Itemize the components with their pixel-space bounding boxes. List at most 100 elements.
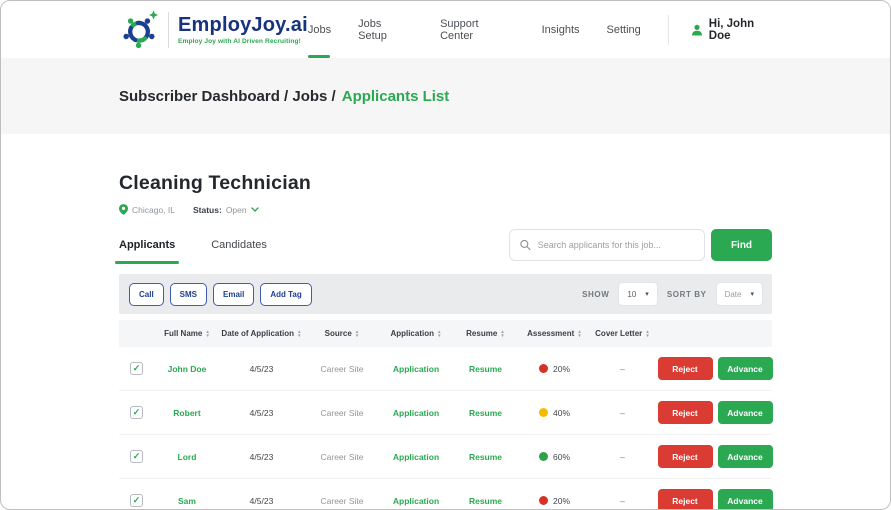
- application-date: 4/5/23: [220, 408, 303, 418]
- user-icon: [691, 24, 703, 36]
- assessment-percent: 20%: [553, 496, 570, 506]
- nav-divider: [668, 15, 669, 45]
- resume-link[interactable]: Resume: [469, 408, 502, 418]
- advance-button[interactable]: Advance: [718, 445, 773, 468]
- row-checkbox[interactable]: ✓: [130, 494, 143, 507]
- column-header-date-of-application[interactable]: Date of Application ▲▼: [220, 329, 303, 338]
- user-menu[interactable]: Hi, John Doe: [691, 18, 779, 42]
- column-header-resume[interactable]: Resume ▲▼: [451, 329, 520, 338]
- table-row: ✓ Robert 4/5/23 Career Site Application …: [119, 391, 772, 435]
- assessment-dot: [539, 408, 548, 417]
- row-checkbox[interactable]: ✓: [130, 406, 143, 419]
- email-button[interactable]: Email: [213, 283, 254, 306]
- sort-by-dropdown[interactable]: Date ▾: [716, 282, 763, 306]
- assessment-dot: [539, 496, 548, 505]
- caret-down-icon: ▾: [645, 291, 649, 298]
- user-greeting: Hi, John Doe: [709, 18, 779, 42]
- column-header-assessment[interactable]: Assessment ▲▼: [520, 329, 589, 338]
- sort-icon: ▲▼: [437, 330, 442, 338]
- column-header-application[interactable]: Application ▲▼: [381, 329, 451, 338]
- assessment-percent: 60%: [553, 452, 570, 462]
- application-link[interactable]: Application: [393, 496, 439, 506]
- star-icon: [149, 10, 158, 19]
- applicant-name-link[interactable]: Robert: [173, 408, 200, 418]
- column-header-cover-letter[interactable]: Cover Letter ▲▼: [589, 329, 656, 338]
- table-header: Full Name ▲▼ Date of Application ▲▼ Sour…: [119, 320, 772, 347]
- assessment-dot: [539, 452, 548, 461]
- nav-item-insights[interactable]: Insights: [542, 1, 580, 58]
- checkmark-icon: ✓: [133, 496, 141, 505]
- cover-letter: –: [589, 452, 656, 462]
- assessment-dot: [539, 364, 548, 373]
- advance-button[interactable]: Advance: [718, 357, 773, 380]
- page-title: Cleaning Technician: [119, 172, 772, 195]
- sort-icon: ▲▼: [205, 330, 210, 338]
- brand-tagline: Employ Joy with AI Driven Recruiting!: [178, 38, 308, 45]
- tab-candidates[interactable]: Candidates: [211, 229, 267, 261]
- row-checkbox[interactable]: ✓: [130, 362, 143, 375]
- sort-by-value: Date: [725, 290, 742, 299]
- applicant-name-link[interactable]: Sam: [178, 496, 196, 506]
- status-value: Open: [226, 205, 247, 215]
- application-link[interactable]: Application: [393, 408, 439, 418]
- column-label: Source: [325, 329, 352, 338]
- resume-link[interactable]: Resume: [469, 496, 502, 506]
- applicant-name-link[interactable]: Lord: [178, 452, 197, 462]
- reject-button[interactable]: Reject: [658, 401, 713, 424]
- add-tag-button[interactable]: Add Tag: [260, 283, 311, 306]
- checkmark-icon: ✓: [133, 452, 141, 461]
- find-button[interactable]: Find: [711, 229, 772, 261]
- reject-button[interactable]: Reject: [658, 445, 713, 468]
- tabs: Applicants Candidates: [119, 229, 303, 261]
- column-label: Cover Letter: [595, 329, 642, 338]
- search-box: [509, 229, 705, 261]
- list-controls: SHOW 10 ▾ SORT BY Date ▾: [582, 282, 763, 306]
- sms-button[interactable]: SMS: [170, 283, 207, 306]
- nav-item-setting[interactable]: Setting: [607, 1, 641, 58]
- application-link[interactable]: Application: [393, 364, 439, 374]
- breadcrumb-current: Applicants List: [342, 88, 450, 105]
- application-date: 4/5/23: [220, 496, 303, 506]
- column-label: Date of Application: [221, 329, 294, 338]
- advance-button[interactable]: Advance: [718, 401, 773, 424]
- brand-logo[interactable]: EmployJoy.ai Employ Joy with AI Driven R…: [119, 10, 308, 50]
- checkmark-icon: ✓: [133, 408, 141, 417]
- nav-item-support-center[interactable]: Support Center: [440, 1, 515, 58]
- row-checkbox[interactable]: ✓: [130, 450, 143, 463]
- nav-item-jobs[interactable]: Jobs: [308, 1, 331, 58]
- show-count-dropdown[interactable]: 10 ▾: [618, 282, 657, 306]
- breadcrumb-links[interactable]: Subscriber Dashboard / Jobs /: [119, 88, 336, 105]
- search-icon: [520, 239, 531, 251]
- advance-button[interactable]: Advance: [718, 489, 773, 510]
- call-button[interactable]: Call: [129, 283, 164, 306]
- column-header-source[interactable]: Source ▲▼: [303, 329, 381, 338]
- applicant-name-link[interactable]: John Doe: [168, 364, 207, 374]
- cover-letter: –: [589, 364, 656, 374]
- reject-button[interactable]: Reject: [658, 357, 713, 380]
- application-source: Career Site: [303, 452, 381, 462]
- column-label: Application: [390, 329, 434, 338]
- caret-down-icon: ▾: [750, 291, 754, 298]
- reject-button[interactable]: Reject: [658, 489, 713, 510]
- column-label: Assessment: [527, 329, 574, 338]
- bulk-actions: Call SMS Email Add Tag: [129, 283, 312, 306]
- tabs-row: Applicants Candidates Find: [119, 229, 772, 261]
- status-label: Status:: [193, 205, 222, 215]
- resume-link[interactable]: Resume: [469, 452, 502, 462]
- app-window: EmployJoy.ai Employ Joy with AI Driven R…: [0, 0, 891, 510]
- search-input[interactable]: [538, 240, 694, 250]
- sort-icon: ▲▼: [577, 330, 582, 338]
- assessment-percent: 20%: [553, 364, 570, 374]
- column-label: Resume: [466, 329, 497, 338]
- breadcrumb-bar: Subscriber Dashboard / Jobs / Applicants…: [1, 58, 890, 134]
- column-header-full-name[interactable]: Full Name ▲▼: [154, 329, 220, 338]
- sort-icon: ▲▼: [297, 330, 302, 338]
- resume-link[interactable]: Resume: [469, 364, 502, 374]
- nav-item-jobs-setup[interactable]: Jobs Setup: [358, 1, 413, 58]
- assessment-percent: 40%: [553, 408, 570, 418]
- nav-menu: Jobs Jobs Setup Support Center Insights …: [308, 1, 668, 58]
- status-dropdown[interactable]: Open: [222, 205, 259, 215]
- tab-applicants[interactable]: Applicants: [119, 229, 175, 261]
- application-source: Career Site: [303, 408, 381, 418]
- application-link[interactable]: Application: [393, 452, 439, 462]
